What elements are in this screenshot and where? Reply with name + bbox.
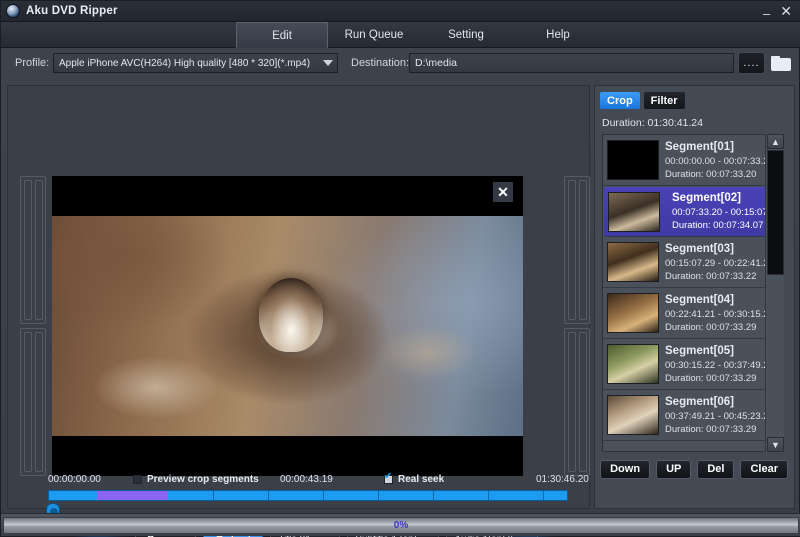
checkbox-box [384, 471, 393, 484]
segment-title: Segment[04] [665, 293, 735, 306]
window-controls: – ✕ [763, 4, 800, 20]
video-preview[interactable]: ✕ [52, 176, 523, 476]
real-seek-label: Real seek [398, 474, 445, 485]
segment-range: 00:30:15.22 - 00:37:49.21 [665, 359, 774, 371]
progress-bar: 0% [3, 517, 799, 534]
segment-title: Segment[06] [665, 395, 735, 408]
decorative-rail-left-bottom [20, 328, 46, 476]
segments-panel: Crop Filter Duration: 01:30:41.24 Segmen… [594, 85, 795, 509]
segment-duration: Duration: 00:07:33.29 [665, 423, 757, 435]
timeline-bar[interactable] [48, 490, 568, 501]
list-item[interactable]: Segment[01] 00:00:00.00 - 00:07:33.20 Du… [603, 135, 783, 186]
profile-label: Profile: [15, 57, 50, 69]
tab-filter[interactable]: Filter [643, 92, 685, 109]
progress-percent: 0% [393, 520, 409, 531]
decorative-rail-right-top [564, 176, 590, 324]
status-bar: 0% [1, 513, 800, 536]
menu-tab-list: Edit Run Queue Setting Help [236, 22, 604, 48]
decorative-rail-left-top [20, 176, 46, 324]
tab-edit[interactable]: Edit [236, 22, 328, 48]
crop-filter-tabs: Crop Filter [600, 92, 685, 109]
segment-range: 00:00:00.00 - 00:07:33.20 [665, 155, 774, 167]
time-current: 00:00:43.19 [280, 474, 333, 485]
open-folder-button[interactable] [767, 52, 794, 74]
dvd-disc-icon [6, 4, 20, 18]
list-item[interactable]: Segment[03] 00:15:07.29 - 00:22:41.21 Du… [603, 237, 783, 288]
delete-button[interactable]: Del [697, 459, 735, 479]
segment-duration: Duration: 00:07:33.29 [665, 372, 757, 384]
preview-crop-label: Preview crop segments [147, 474, 259, 485]
time-start: 00:00:00.00 [48, 474, 101, 485]
editor-panel: ✕ 00:00:00.00 Preview crop segments 00:0… [7, 85, 590, 537]
segment-thumbnail [607, 293, 659, 333]
chevron-up-icon[interactable]: ▲ [767, 134, 784, 149]
segment-duration: Duration: 00:07:33.20 [665, 168, 757, 180]
segment-range: 00:15:07.29 - 00:22:41.21 [665, 257, 774, 269]
clear-button[interactable]: Clear [740, 459, 788, 479]
decorative-rail-right-bottom [564, 328, 590, 476]
profile-select[interactable]: Apple iPhone AVC(H264) High quality [480… [53, 53, 338, 73]
real-seek-checkbox[interactable]: Real seek [384, 471, 445, 485]
segment-list-scrollbar[interactable]: ▲ ▼ [765, 134, 784, 452]
title-bar: Aku DVD Ripper – ✕ [1, 1, 800, 22]
segment-action-buttons: Down UP Del Clear [600, 458, 788, 480]
segment-thumbnail [607, 395, 659, 435]
timeline-info-row: 00:00:00.00 Preview crop segments 00:00:… [48, 471, 589, 490]
timeline-selected-segment [97, 491, 168, 500]
close-button[interactable]: ✕ [780, 4, 792, 18]
scrollbar-thumb[interactable] [767, 150, 784, 275]
minimize-button[interactable]: – [763, 7, 770, 20]
tab-help[interactable]: Help [512, 22, 604, 48]
checkbox-box [133, 475, 142, 484]
move-down-button[interactable]: Down [600, 459, 651, 479]
video-frame-image [52, 216, 523, 436]
chevron-down-icon[interactable]: ▼ [767, 437, 784, 452]
list-item[interactable]: Segment[06] 00:37:49.21 - 00:45:23.22 Du… [603, 390, 783, 441]
menu-bar: Edit Run Queue Setting Help [1, 22, 800, 48]
tab-setting[interactable]: Setting [420, 22, 512, 48]
segment-thumbnail [607, 242, 659, 282]
browse-button[interactable]: .... [738, 52, 765, 74]
segment-range: 00:37:49.21 - 00:45:23.22 [665, 410, 774, 422]
profile-select-value: Apple iPhone AVC(H264) High quality [480… [59, 57, 311, 69]
segment-title: Segment[01] [665, 140, 735, 153]
segment-thumbnail [607, 140, 659, 180]
destination-input[interactable]: D:\media [409, 53, 734, 73]
profile-row: Profile: Apple iPhone AVC(H264) High qua… [1, 48, 800, 80]
chevron-down-icon [323, 60, 333, 66]
folder-icon [770, 55, 791, 71]
list-item[interactable]: Segment[05] 00:30:15.22 - 00:37:49.21 Du… [603, 339, 783, 390]
move-up-button[interactable]: UP [656, 459, 692, 479]
close-preview-icon[interactable]: ✕ [493, 182, 513, 202]
segment-title: Segment[03] [665, 242, 735, 255]
time-end: 01:30:46.20 [536, 474, 589, 485]
destination-label: Destination: [351, 57, 410, 69]
window-title: Aku DVD Ripper [26, 5, 118, 17]
total-duration-label: Duration: 01:30:41.24 [602, 117, 703, 129]
preview-crop-checkbox[interactable]: Preview crop segments [133, 474, 259, 485]
application-window: Aku DVD Ripper – ✕ Edit Run Queue Settin… [0, 0, 800, 537]
list-item[interactable]: Segment[02] 00:07:33.20 - 00:15:07.29 Du… [603, 186, 783, 237]
segment-thumbnail [608, 191, 660, 232]
list-item[interactable]: Segment[04] 00:22:41.21 - 00:30:15.22 Du… [603, 288, 783, 339]
segment-duration: Duration: 00:07:33.29 [665, 321, 757, 333]
tab-run-queue[interactable]: Run Queue [328, 22, 420, 48]
segment-duration: Duration: 00:07:33.22 [665, 270, 757, 282]
segment-list[interactable]: Segment[01] 00:00:00.00 - 00:07:33.20 Du… [602, 134, 784, 452]
tab-crop[interactable]: Crop [600, 92, 640, 109]
segment-thumbnail [607, 344, 659, 384]
segment-range: 00:22:41.21 - 00:30:15.22 [665, 308, 774, 320]
segment-title: Segment[05] [665, 344, 735, 357]
